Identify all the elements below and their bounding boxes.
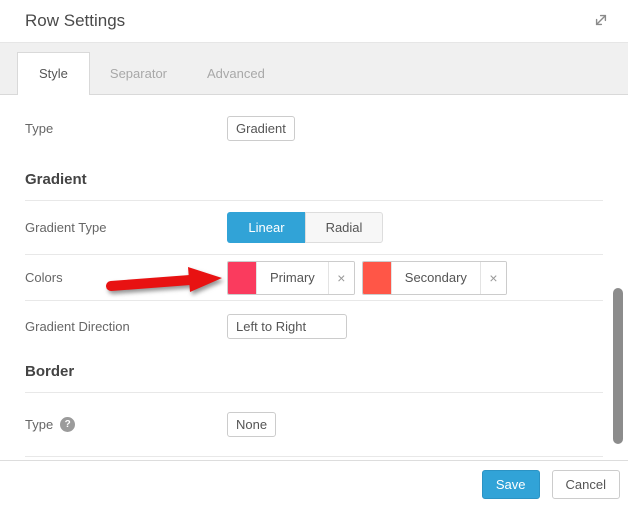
colors-label: Colors [25,270,227,285]
radial-button[interactable]: Radial [305,212,383,243]
gradient-type-label: Gradient Type [25,220,227,235]
save-button[interactable]: Save [482,470,540,499]
secondary-color-swatch[interactable] [363,262,391,294]
secondary-chip-remove-icon[interactable]: × [480,262,506,294]
style-tab-content: Type Gradient Gradient Gradient Type Lin… [0,95,628,457]
type-label: Type [25,121,227,136]
colors-row: Colors Primary × Secondary × [25,255,603,301]
border-type-label-text: Type [25,417,53,432]
help-icon[interactable]: ? [60,417,75,432]
border-type-row: Type ? None [25,393,603,457]
border-type-label: Type ? [25,417,227,432]
tab-bar: Style Separator Advanced [0,42,628,95]
border-type-select[interactable]: None [227,412,276,437]
expand-icon [593,12,609,31]
expand-button[interactable] [592,12,610,30]
tab-separator[interactable]: Separator [90,53,187,94]
gradient-type-segmented: Linear Radial [227,212,383,243]
linear-button[interactable]: Linear [227,212,305,243]
dialog-footer: Save Cancel [0,460,628,507]
primary-chip-label: Primary [256,262,328,294]
gradient-direction-row: Gradient Direction Left to Right [25,301,603,351]
type-row: Type Gradient [25,105,603,151]
tab-advanced[interactable]: Advanced [187,53,285,94]
tab-style[interactable]: Style [17,52,90,95]
border-section-heading: Border [25,351,603,393]
cancel-button[interactable]: Cancel [552,470,620,499]
gradient-type-row: Gradient Type Linear Radial [25,201,603,255]
secondary-color-chip[interactable]: Secondary × [362,261,507,295]
primary-color-swatch[interactable] [228,262,256,294]
scrollbar-thumb[interactable] [613,288,623,444]
dialog-header: Row Settings [0,0,628,42]
type-select[interactable]: Gradient [227,116,295,141]
gradient-color-chips: Primary × Secondary × [227,261,514,295]
row-settings-dialog: Row Settings Style Separator Advanced Ty… [0,0,628,507]
dialog-title: Row Settings [25,11,125,31]
primary-chip-remove-icon[interactable]: × [328,262,354,294]
secondary-chip-label: Secondary [391,262,480,294]
primary-color-chip[interactable]: Primary × [227,261,355,295]
gradient-direction-label: Gradient Direction [25,319,227,334]
gradient-section-heading: Gradient [25,159,603,201]
gradient-direction-select[interactable]: Left to Right [227,314,347,339]
